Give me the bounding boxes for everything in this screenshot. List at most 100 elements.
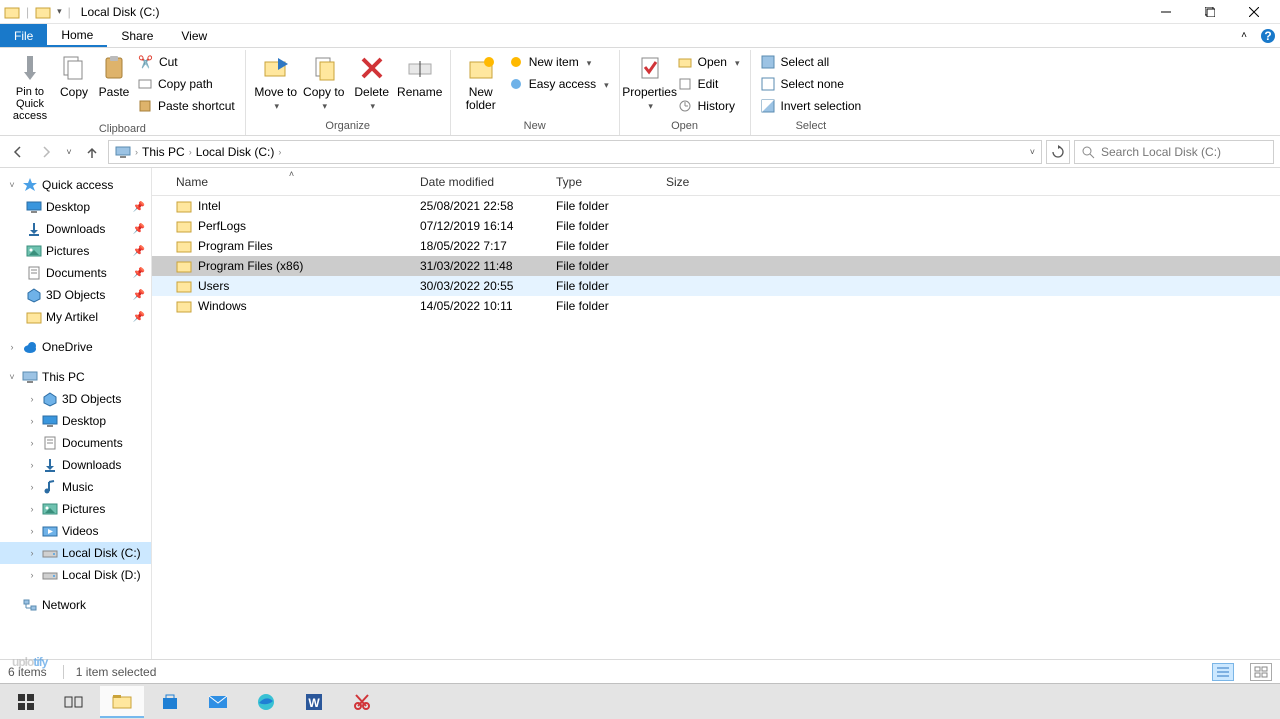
chevron-down-icon[interactable]: ˅ xyxy=(6,180,18,190)
large-icons-view-button[interactable] xyxy=(1250,663,1272,681)
taskbar-mail[interactable] xyxy=(196,686,240,718)
tree-network[interactable]: Network xyxy=(0,594,151,616)
tree-item-3d-objects[interactable]: ›3D Objects xyxy=(0,388,151,410)
chevron-right-icon[interactable]: › xyxy=(189,147,192,157)
qat-folder-icon[interactable] xyxy=(35,4,51,20)
details-view-button[interactable] xyxy=(1212,663,1234,681)
tree-item-documents[interactable]: ›Documents xyxy=(0,432,151,454)
tree-quick-access[interactable]: ˅ Quick access xyxy=(0,174,151,196)
copy-button[interactable]: Copy xyxy=(54,50,94,99)
tree-item-local-disk-c-[interactable]: ›Local Disk (C:) xyxy=(0,542,151,564)
chevron-right-icon[interactable]: › xyxy=(26,482,38,492)
tree-item-videos[interactable]: ›Videos xyxy=(0,520,151,542)
tree-item-my-artikel[interactable]: My Artikel📌 xyxy=(0,306,151,328)
tree-item-desktop[interactable]: Desktop📌 xyxy=(0,196,151,218)
tree-item-downloads[interactable]: Downloads📌 xyxy=(0,218,151,240)
chevron-right-icon[interactable]: › xyxy=(135,147,138,157)
up-button[interactable] xyxy=(80,140,104,164)
tree-item-downloads[interactable]: ›Downloads xyxy=(0,454,151,476)
chevron-right-icon[interactable]: › xyxy=(26,438,38,448)
invert-selection-button[interactable]: Invert selection xyxy=(757,96,866,116)
chevron-right-icon[interactable]: › xyxy=(26,548,38,558)
copy-path-button[interactable]: Copy path xyxy=(134,74,239,94)
taskbar-store[interactable] xyxy=(148,686,192,718)
chevron-right-icon[interactable]: › xyxy=(26,526,38,536)
chevron-right-icon[interactable]: › xyxy=(26,460,38,470)
refresh-button[interactable] xyxy=(1046,140,1070,164)
help-button[interactable]: ? xyxy=(1256,24,1280,47)
address-box[interactable]: › This PC › Local Disk (C:) › ˅ xyxy=(108,140,1042,164)
chevron-right-icon[interactable]: › xyxy=(278,147,281,157)
tree-onedrive[interactable]: › OneDrive xyxy=(0,336,151,358)
file-row[interactable]: Users30/03/2022 20:55File folder xyxy=(152,276,1280,296)
tree-item-local-disk-d-[interactable]: ›Local Disk (D:) xyxy=(0,564,151,586)
edit-button[interactable]: Edit xyxy=(674,74,744,94)
new-folder-button[interactable]: New folder xyxy=(457,50,505,112)
select-all-button[interactable]: Select all xyxy=(757,52,866,72)
back-button[interactable] xyxy=(6,140,30,164)
file-row[interactable]: Intel25/08/2021 22:58File folder xyxy=(152,196,1280,216)
file-date: 30/03/2022 20:55 xyxy=(414,279,550,293)
collapse-ribbon-button[interactable]: ˄ xyxy=(1232,24,1256,47)
delete-button[interactable]: Delete xyxy=(348,50,396,112)
close-button[interactable] xyxy=(1232,0,1276,24)
taskbar-edge[interactable] xyxy=(244,686,288,718)
chevron-right-icon[interactable]: › xyxy=(26,570,38,580)
select-none-button[interactable]: Select none xyxy=(757,74,866,94)
tab-share[interactable]: Share xyxy=(107,24,167,47)
tab-home[interactable]: Home xyxy=(47,24,107,47)
file-row[interactable]: PerfLogs07/12/2019 16:14File folder xyxy=(152,216,1280,236)
file-row[interactable]: Program Files (x86)31/03/2022 11:48File … xyxy=(152,256,1280,276)
column-size[interactable]: Size xyxy=(660,175,732,189)
tree-item-3d-objects[interactable]: 3D Objects📌 xyxy=(0,284,151,306)
column-date[interactable]: Date modified xyxy=(414,175,550,189)
tab-file[interactable]: File xyxy=(0,24,47,47)
column-type[interactable]: Type xyxy=(550,175,660,189)
tree-item-desktop[interactable]: ›Desktop xyxy=(0,410,151,432)
rename-button[interactable]: Rename xyxy=(396,50,444,99)
file-row[interactable]: Program Files18/05/2022 7:17File folder xyxy=(152,236,1280,256)
address-dropdown-button[interactable]: ˅ xyxy=(1030,147,1035,157)
search-icon xyxy=(1081,145,1095,159)
tree-item-pictures[interactable]: Pictures📌 xyxy=(0,240,151,262)
tab-view[interactable]: View xyxy=(167,24,221,47)
start-button[interactable] xyxy=(4,686,48,718)
taskbar-file-explorer[interactable] xyxy=(100,686,144,718)
task-view-button[interactable] xyxy=(52,686,96,718)
chevron-right-icon[interactable]: › xyxy=(26,394,38,404)
search-box[interactable]: Search Local Disk (C:) xyxy=(1074,140,1274,164)
tree-item-pictures[interactable]: ›Pictures xyxy=(0,498,151,520)
history-button[interactable]: History xyxy=(674,96,744,116)
paste-button[interactable]: Paste xyxy=(94,50,134,99)
move-to-button[interactable]: Move to xyxy=(252,50,300,112)
breadcrumb-this-pc[interactable]: This PC xyxy=(142,145,185,159)
tree-this-pc[interactable]: ˅ This PC xyxy=(0,366,151,388)
chevron-right-icon[interactable]: › xyxy=(26,504,38,514)
cut-button[interactable]: ✂️ Cut xyxy=(134,52,239,72)
paste-shortcut-button[interactable]: Paste shortcut xyxy=(134,96,239,116)
taskbar-snip[interactable] xyxy=(340,686,384,718)
pin-to-quick-access-button[interactable]: Pin to Quick access xyxy=(6,50,54,122)
new-folder-icon xyxy=(465,52,497,84)
easy-access-button[interactable]: Easy access xyxy=(505,74,613,94)
file-row[interactable]: Windows14/05/2022 10:11File folder xyxy=(152,296,1280,316)
pin-icon: 📌 xyxy=(133,290,145,301)
maximize-button[interactable] xyxy=(1188,0,1232,24)
forward-button[interactable] xyxy=(34,140,58,164)
open-button[interactable]: Open xyxy=(674,52,744,72)
taskbar: W xyxy=(0,683,1280,719)
recent-locations-button[interactable]: ˅ xyxy=(62,140,76,164)
qat-dropdown-icon[interactable]: ▾ xyxy=(57,6,62,17)
taskbar-word[interactable]: W xyxy=(292,686,336,718)
chevron-down-icon[interactable]: ˅ xyxy=(6,372,18,382)
tree-item-documents[interactable]: Documents📌 xyxy=(0,262,151,284)
properties-button[interactable]: Properties xyxy=(626,50,674,112)
copy-to-button[interactable]: Copy to xyxy=(300,50,348,112)
column-name[interactable]: ˄ Name xyxy=(170,175,414,189)
chevron-right-icon[interactable]: › xyxy=(26,416,38,426)
breadcrumb-drive[interactable]: Local Disk (C:) xyxy=(196,145,275,159)
tree-item-music[interactable]: ›Music xyxy=(0,476,151,498)
minimize-button[interactable] xyxy=(1144,0,1188,24)
new-item-button[interactable]: New item xyxy=(505,52,613,72)
chevron-right-icon[interactable]: › xyxy=(6,342,18,352)
